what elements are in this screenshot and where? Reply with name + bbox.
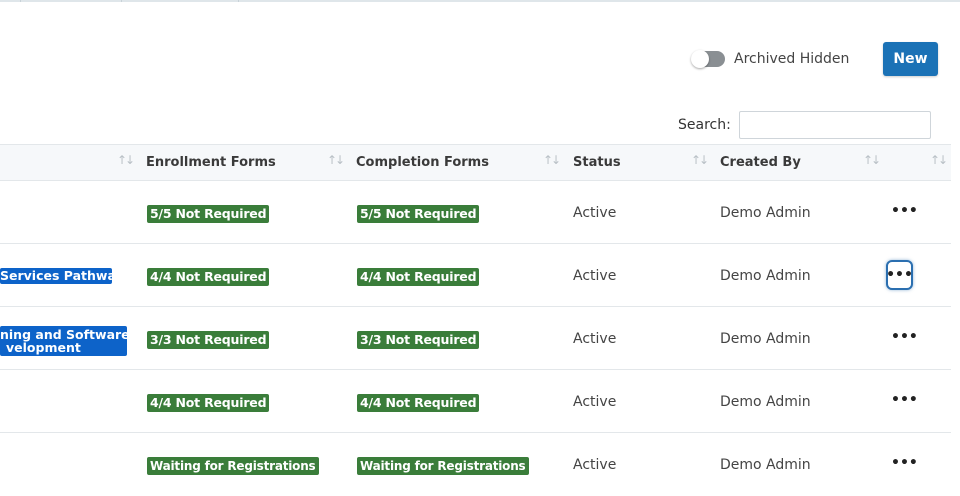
- table-row: 4/4 Not Required 4/4 Not Required Active…: [0, 370, 951, 433]
- pathway-line: velopment: [6, 340, 81, 355]
- sort-arrows-icon[interactable]: ↑↓: [691, 153, 709, 167]
- column-enrollment-forms[interactable]: Enrollment Forms: [146, 155, 276, 170]
- completion-badge: 4/4 Not Required: [357, 394, 480, 412]
- pathway-badge[interactable]: ning and Software velopment: [0, 326, 130, 356]
- table-header: ↑↓ Enrollment Forms ↑↓ Completion Forms …: [0, 144, 951, 181]
- sort-arrows-icon[interactable]: ↑↓: [543, 153, 561, 167]
- table-row: ning and Software velopment 3/3 Not Requ…: [0, 307, 951, 370]
- search-input[interactable]: [739, 111, 931, 139]
- sort-arrows-icon[interactable]: ↑↓: [117, 153, 135, 167]
- top-border: [0, 0, 960, 2]
- enrollment-badge: 4/4 Not Required: [147, 394, 270, 412]
- new-button[interactable]: New: [883, 42, 938, 76]
- table-row: 5/5 Not Required 5/5 Not Required Active…: [0, 181, 951, 244]
- pathway-badge[interactable]: Services Pathway: [0, 268, 124, 284]
- completion-badge: 3/3 Not Required: [357, 331, 480, 349]
- tab-divider: [238, 0, 239, 2]
- status-cell: Active: [573, 205, 617, 221]
- column-created-by[interactable]: Created By: [720, 155, 801, 170]
- ellipsis-icon[interactable]: •••: [891, 392, 918, 408]
- enrollment-badge: 5/5 Not Required: [147, 205, 270, 223]
- sort-arrows-icon[interactable]: ↑↓: [930, 153, 948, 167]
- toggle-knob: [691, 50, 709, 68]
- table-row: Waiting for Registrations Waiting for Re…: [0, 433, 951, 496]
- enrollment-badge: Waiting for Registrations: [147, 457, 319, 475]
- tab-divider: [20, 0, 21, 2]
- column-status[interactable]: Status: [573, 155, 621, 170]
- archived-label: Archived Hidden: [734, 51, 850, 67]
- created-by-cell: Demo Admin: [720, 457, 811, 473]
- completion-badge: 5/5 Not Required: [357, 205, 480, 223]
- created-by-cell: Demo Admin: [720, 205, 811, 221]
- status-cell: Active: [573, 268, 617, 284]
- ellipsis-icon[interactable]: •••: [891, 455, 918, 471]
- status-cell: Active: [573, 331, 617, 347]
- ellipsis-icon[interactable]: •••: [891, 203, 918, 219]
- sort-arrows-icon[interactable]: ↑↓: [327, 153, 345, 167]
- ellipsis-icon[interactable]: •••: [891, 329, 918, 345]
- ellipsis-icon[interactable]: •••: [886, 260, 913, 290]
- enrollment-badge: 4/4 Not Required: [147, 268, 270, 286]
- status-cell: Active: [573, 394, 617, 410]
- tab-divider: [121, 0, 122, 2]
- created-by-cell: Demo Admin: [720, 331, 811, 347]
- enrollment-badge: 3/3 Not Required: [147, 331, 270, 349]
- search-label: Search:: [678, 117, 731, 133]
- created-by-cell: Demo Admin: [720, 394, 811, 410]
- table-row: Services Pathway 4/4 Not Required 4/4 No…: [0, 244, 951, 307]
- column-completion-forms[interactable]: Completion Forms: [356, 155, 489, 170]
- toggle-switch-icon[interactable]: [691, 50, 725, 68]
- completion-badge: 4/4 Not Required: [357, 268, 480, 286]
- sort-arrows-icon[interactable]: ↑↓: [863, 153, 881, 167]
- status-cell: Active: [573, 457, 617, 473]
- completion-badge: Waiting for Registrations: [357, 457, 529, 475]
- created-by-cell: Demo Admin: [720, 268, 811, 284]
- archived-toggle[interactable]: Archived Hidden: [691, 47, 850, 71]
